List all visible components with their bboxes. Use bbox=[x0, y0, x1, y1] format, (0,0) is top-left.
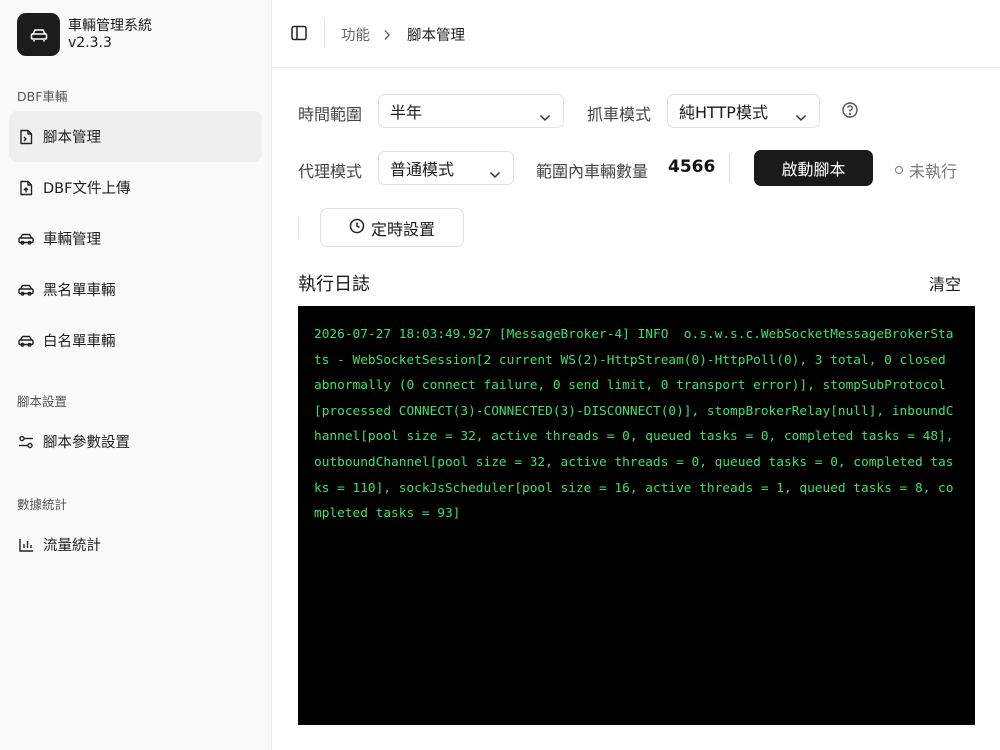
car-icon bbox=[18, 333, 34, 349]
sidebar-item-traffic-statistics[interactable]: 流量統計 bbox=[9, 519, 262, 570]
script-file-icon bbox=[18, 129, 34, 145]
run-status: 未執行 bbox=[895, 158, 957, 182]
top-header: 功能 腳本管理 bbox=[272, 0, 1000, 68]
controls-divider bbox=[729, 154, 730, 182]
capture-mode-label: 抓車模式 bbox=[587, 105, 652, 124]
breadcrumb-current: 腳本管理 bbox=[407, 28, 465, 44]
time-range-label: 時間範圍 bbox=[298, 105, 363, 124]
proxy-mode-select[interactable]: 普通模式 bbox=[378, 151, 514, 185]
header-divider bbox=[324, 18, 325, 48]
proxy-mode-value: 普通模式 bbox=[390, 160, 455, 179]
time-range-value: 半年 bbox=[390, 103, 423, 122]
file-upload-icon bbox=[18, 180, 34, 196]
time-range-select[interactable]: 半年 bbox=[378, 94, 564, 128]
schedule-settings-button[interactable]: 定時設置 bbox=[320, 208, 464, 247]
sidebar-item-label: 車輛管理 bbox=[43, 232, 101, 248]
chevron-down-icon bbox=[539, 107, 551, 126]
status-text: 未執行 bbox=[909, 162, 958, 181]
sidebar-item-label: 流量統計 bbox=[43, 538, 101, 554]
sidebar-item-label: 腳本管理 bbox=[43, 130, 101, 146]
clear-log-button[interactable]: 清空 bbox=[929, 271, 961, 295]
sidebar-item-label: 黑名單車輛 bbox=[43, 283, 116, 299]
sidebar: 車輛管理系統 v2.3.3 DBF車輛 腳本管理 DBF文件上傳 車輛管理 黑名… bbox=[0, 0, 272, 750]
app-version: v2.3.3 bbox=[68, 34, 112, 51]
log-title: 執行日誌 bbox=[298, 274, 370, 295]
group-label-statistics: 數據統計 bbox=[17, 497, 68, 512]
clock-icon bbox=[349, 218, 365, 238]
group-label-dbf: DBF車輛 bbox=[17, 89, 68, 104]
brand: 車輛管理系統 v2.3.3 bbox=[17, 13, 152, 56]
help-icon[interactable] bbox=[841, 101, 859, 119]
sidebar-item-label: DBF文件上傳 bbox=[43, 181, 131, 197]
vehicle-count-value: 4566 bbox=[668, 157, 716, 177]
proxy-mode-label: 代理模式 bbox=[298, 162, 363, 181]
log-text: 2026-07-27 18:03:49.927 [MessageBroker-4… bbox=[314, 327, 962, 522]
start-script-button[interactable]: 啟動腳本 bbox=[754, 150, 873, 186]
status-circle-icon bbox=[895, 166, 903, 174]
sidebar-item-vehicle-management[interactable]: 車輛管理 bbox=[9, 213, 262, 264]
app-name: 車輛管理系統 bbox=[68, 17, 152, 34]
car-icon bbox=[18, 282, 34, 298]
car-icon bbox=[17, 13, 60, 56]
row-divider bbox=[298, 217, 299, 239]
chevron-down-icon bbox=[489, 164, 501, 183]
sidebar-toggle-icon[interactable] bbox=[290, 24, 308, 42]
breadcrumb-features[interactable]: 功能 bbox=[341, 24, 370, 45]
sidebar-item-dbf-upload[interactable]: DBF文件上傳 bbox=[9, 162, 262, 213]
log-console[interactable]: 2026-07-27 18:03:49.927 [MessageBroker-4… bbox=[298, 306, 975, 725]
car-icon bbox=[18, 231, 34, 247]
sidebar-item-script-management[interactable]: 腳本管理 bbox=[9, 111, 262, 162]
capture-mode-value: 純HTTP模式 bbox=[679, 103, 768, 122]
sliders-icon bbox=[18, 434, 34, 450]
sidebar-item-whitelist-vehicles[interactable]: 白名單車輛 bbox=[9, 315, 262, 366]
sidebar-item-script-parameters[interactable]: 腳本參數設置 bbox=[9, 416, 262, 467]
vehicle-count-label: 範圍內車輛數量 bbox=[536, 162, 649, 181]
sidebar-item-label: 白名單車輛 bbox=[43, 334, 116, 350]
chevron-down-icon bbox=[795, 107, 807, 126]
chevron-right-icon bbox=[383, 26, 391, 45]
sidebar-item-label: 腳本參數設置 bbox=[43, 435, 130, 451]
capture-mode-select[interactable]: 純HTTP模式 bbox=[667, 94, 820, 128]
group-label-script-settings: 腳本設置 bbox=[17, 394, 68, 409]
schedule-settings-label: 定時設置 bbox=[370, 219, 435, 239]
sidebar-item-blacklist-vehicles[interactable]: 黑名單車輛 bbox=[9, 264, 262, 315]
bar-chart-icon bbox=[18, 537, 34, 553]
